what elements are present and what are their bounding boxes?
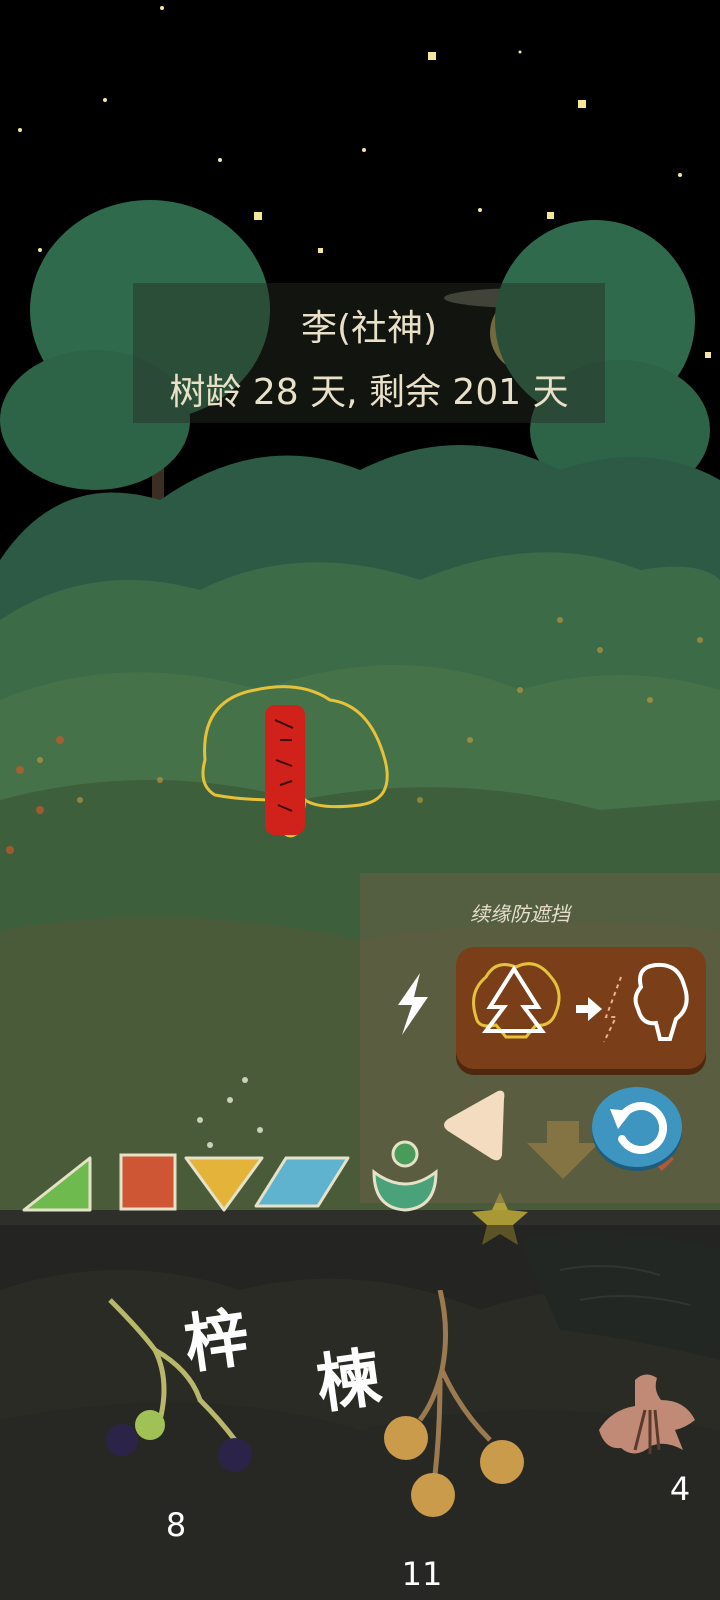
lian-seed-icon[interactable] [380,1290,540,1530]
blue-parallelogram-button[interactable] [252,1154,352,1210]
figure-shape-button[interactable] [370,1138,440,1214]
tree-swap-icon [472,962,689,1043]
panel-title: 续缘防遮挡 [470,902,570,926]
arrow-down-icon[interactable] [525,1121,601,1181]
third-seed-icon[interactable] [595,1370,705,1470]
tree-age: 树龄 28 天, 剩余 201 天 [169,372,569,413]
shape-palette [0,1140,460,1218]
tree-info-box: 李(社神) 树龄 28 天, 剩余 201 天 [133,283,605,423]
tree-swap-button[interactable] [456,947,706,1069]
green-triangle-button[interactable] [20,1154,94,1214]
seed-count-third: 4 [669,1470,691,1508]
seed-count-lian: 11 [401,1555,443,1593]
reset-button[interactable] [592,1087,682,1167]
seed-name-zi: 梓 [179,1299,254,1384]
seed-name-lian: 楝 [311,1339,386,1424]
seed-count-zi: 8 [165,1506,187,1544]
tree-name: 李(社神) [300,308,438,349]
lightning-icon[interactable] [392,971,432,1037]
undo-icon [610,1102,668,1154]
red-square-button[interactable] [118,1152,178,1212]
